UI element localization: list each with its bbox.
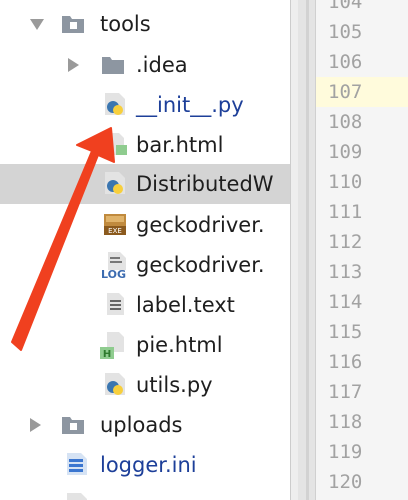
tree-item-distributed[interactable]: DistributedW (0, 164, 290, 204)
folder-icon (100, 51, 126, 77)
tree-item-label-text[interactable]: label.text (0, 285, 290, 325)
tree-item-label: label.text (136, 293, 235, 317)
line-number: 106 (328, 51, 363, 73)
line-number: 117 (328, 381, 363, 403)
line-number: 108 (328, 111, 363, 133)
python-file-icon (64, 491, 90, 500)
tree-item-logger-ini[interactable]: logger.ini (0, 445, 290, 485)
panel-splitter[interactable] (290, 0, 298, 500)
tree-item-uploads[interactable]: uploads (0, 405, 290, 445)
html-file-icon: H (100, 331, 126, 360)
tree-item-label: DistributedW (136, 172, 274, 196)
tree-item-label: bar.html (136, 133, 224, 157)
tree-item-geckodriver-exe[interactable]: EXE geckodriver. (0, 205, 290, 245)
line-number: 114 (328, 291, 363, 313)
tree-item-pie-html[interactable]: H pie.html (0, 325, 290, 365)
tree-item-idea[interactable]: .idea (0, 45, 290, 85)
expand-arrow-icon[interactable] (30, 19, 44, 30)
tree-item-label: manage.py (100, 485, 218, 500)
collapse-arrow-icon[interactable] (30, 418, 41, 432)
tree-item-label: geckodriver. (136, 253, 265, 277)
tree-item-tools[interactable]: tools (0, 4, 290, 44)
line-number: 113 (328, 261, 363, 283)
project-tree[interactable]: tools .idea __init__.py bar.html Distrib… (0, 0, 290, 500)
collapse-arrow-icon[interactable] (68, 58, 79, 72)
tree-item-label: geckodriver. (136, 213, 265, 237)
current-line-number: 107 (316, 77, 408, 107)
tree-item-utils-py[interactable]: utils.py (0, 365, 290, 405)
editor-gutter (298, 0, 316, 500)
line-number: 116 (328, 351, 363, 373)
line-number: 111 (328, 201, 363, 223)
line-number-column: 104 105 106 107 108 109 110 111 112 113 … (316, 0, 408, 500)
svg-text:EXE: EXE (108, 227, 122, 235)
tree-item-label: __init__.py (136, 93, 244, 117)
html-file-icon (102, 131, 128, 157)
svg-text:LOG: LOG (101, 268, 126, 279)
package-folder-icon (60, 10, 86, 36)
tree-item-manage-py[interactable]: manage.py (0, 485, 290, 500)
tree-item-label: logger.ini (100, 453, 197, 477)
python-file-icon (102, 170, 128, 196)
line-number: 110 (328, 171, 363, 193)
exe-file-icon: EXE (102, 211, 128, 237)
tree-item-label: .idea (136, 53, 188, 77)
python-file-icon (102, 91, 128, 117)
line-number: 118 (328, 411, 363, 433)
svg-text:H: H (103, 349, 111, 359)
ini-file-icon (64, 451, 90, 477)
tree-item-label: utils.py (136, 373, 213, 397)
tree-item-label: pie.html (136, 333, 223, 357)
python-file-icon (102, 371, 128, 397)
text-file-icon (102, 291, 128, 317)
tree-item-geckodriver-log[interactable]: LOG geckodriver. (0, 245, 290, 285)
tree-item-bar-html[interactable]: bar.html (0, 125, 290, 165)
tree-item-label: tools (100, 12, 151, 36)
line-number: 119 (328, 441, 363, 463)
gutter-stripe (306, 0, 309, 500)
line-number: 109 (328, 141, 363, 163)
line-number: 112 (328, 231, 363, 253)
tree-item-label: uploads (100, 413, 183, 437)
log-file-icon: LOG (100, 251, 126, 281)
package-folder-icon (60, 411, 86, 437)
line-number: 115 (328, 321, 363, 343)
line-number: 104 (328, 0, 363, 13)
line-number: 105 (328, 21, 363, 43)
line-number: 120 (328, 471, 363, 493)
tree-item-init-py[interactable]: __init__.py (0, 85, 290, 125)
